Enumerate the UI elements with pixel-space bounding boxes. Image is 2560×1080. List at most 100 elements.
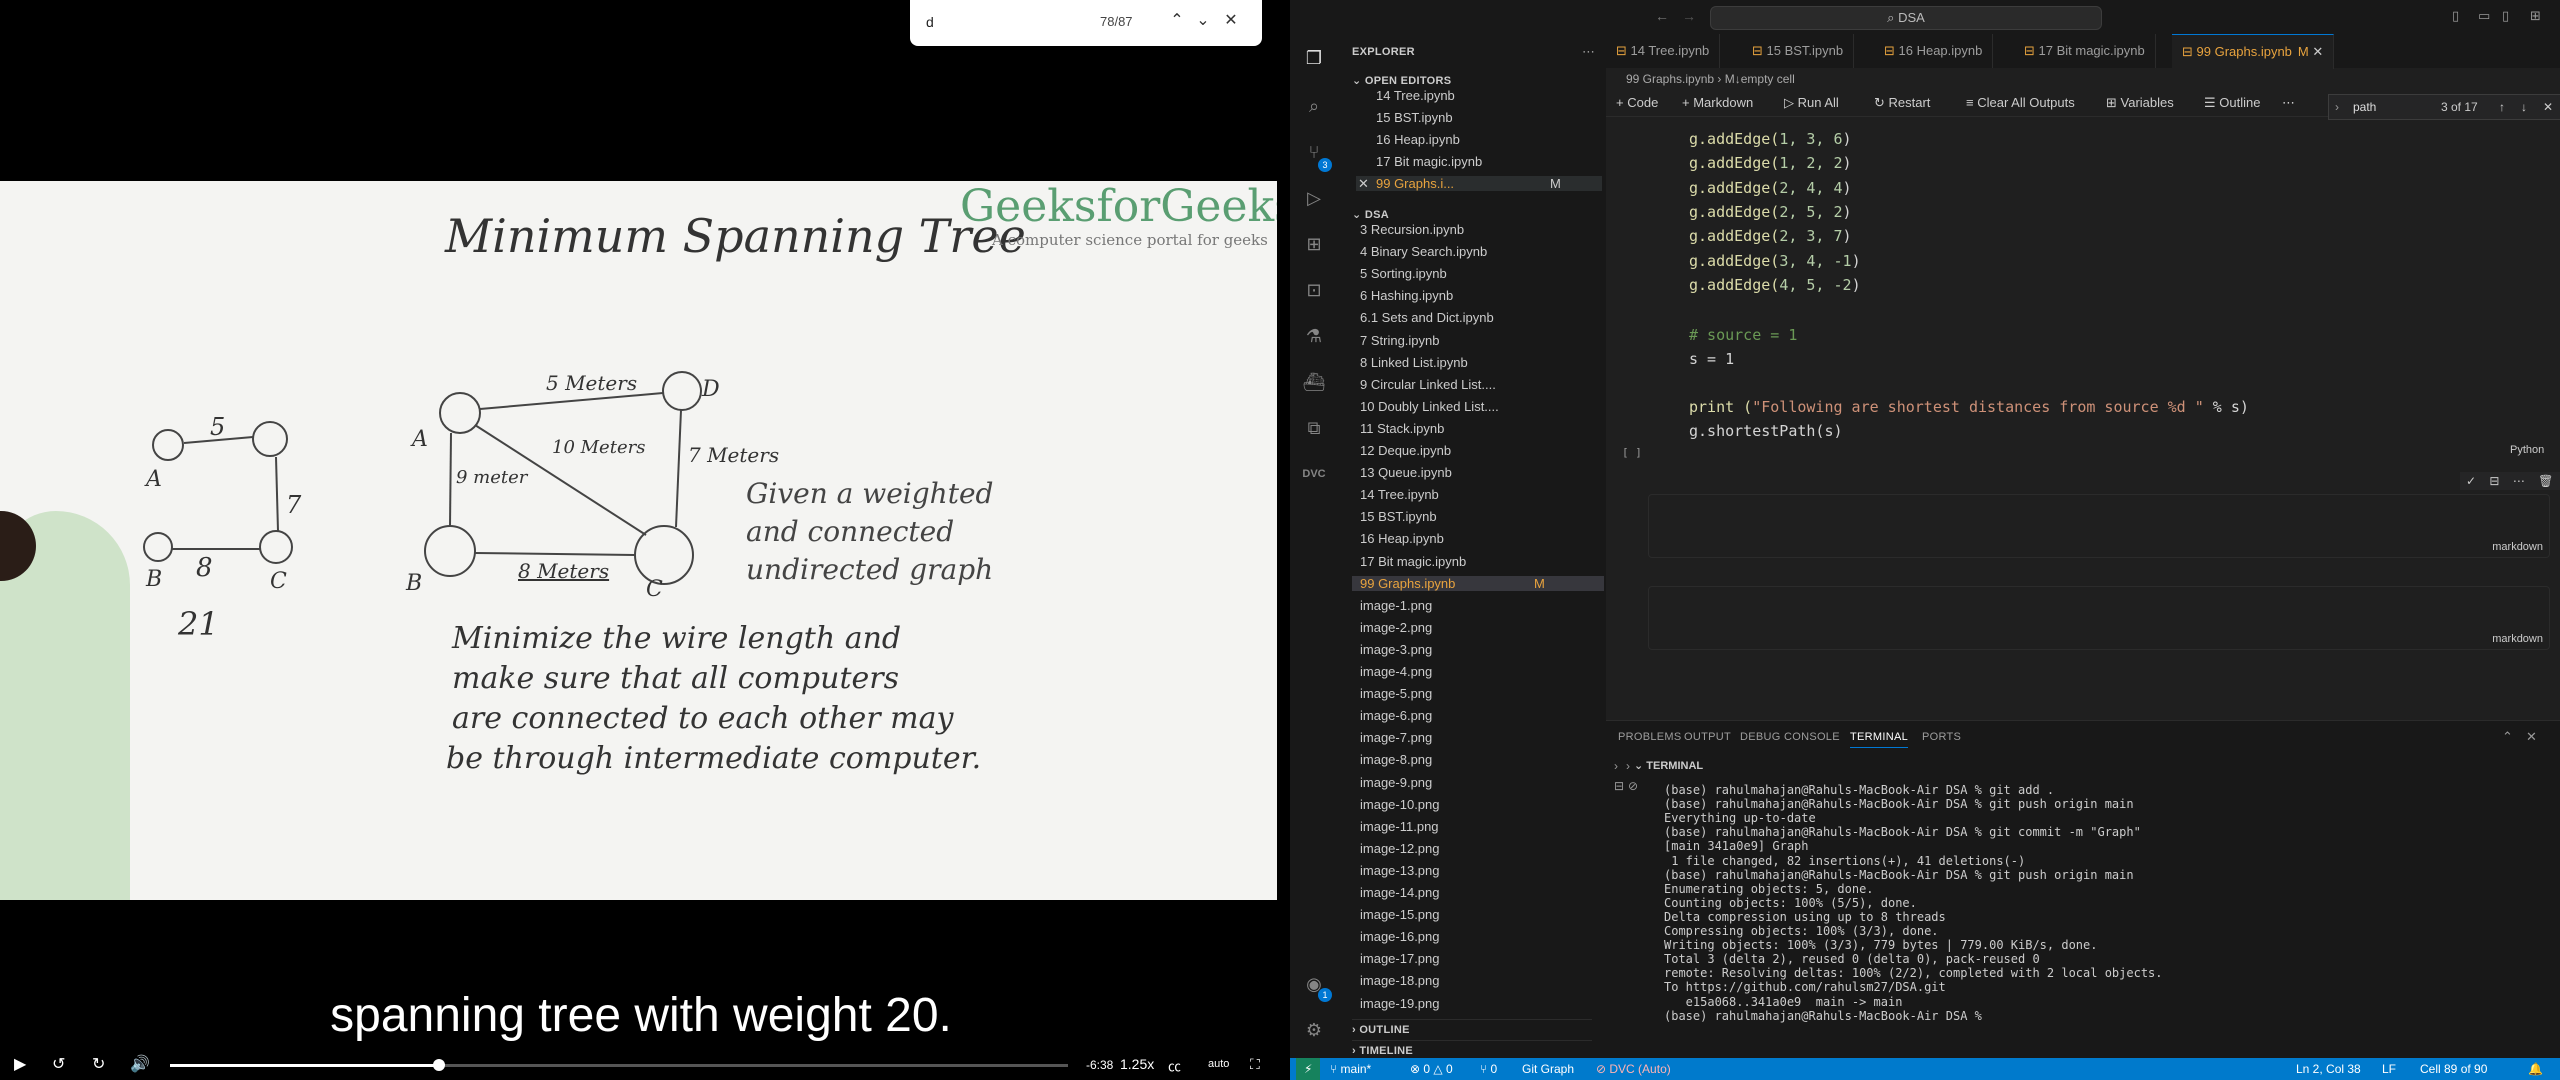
file-item[interactable]: image-9.png xyxy=(1352,775,1432,790)
fullscreen-icon[interactable]: ⛶ xyxy=(1250,1056,1260,1073)
file-item[interactable]: image-16.png xyxy=(1352,929,1440,944)
more-toolbar-icon[interactable]: ⋯ xyxy=(2282,90,2295,116)
file-item[interactable]: 17 Bit magic.ipynb xyxy=(1352,554,1466,569)
quality-button[interactable]: auto xyxy=(1208,1058,1229,1070)
remote-explorer-icon[interactable]: ⊡ xyxy=(1302,278,1326,302)
clear-outputs-button[interactable]: ≡ Clear All Outputs xyxy=(1966,90,2075,116)
file-item[interactable]: 6 Hashing.ipynb xyxy=(1352,288,1453,303)
find-prev-icon[interactable]: ↑ xyxy=(2499,95,2505,119)
file-item[interactable]: 10 Doubly Linked List.... xyxy=(1352,399,1499,414)
file-item[interactable]: 13 Queue.ipynb xyxy=(1352,465,1452,480)
forward-icon[interactable]: ↻ xyxy=(92,1054,105,1074)
open-editors-header[interactable]: ⌄ OPEN EDITORS xyxy=(1352,74,1451,87)
captions-icon[interactable]: ㏄ xyxy=(1168,1056,1181,1075)
git-graph-button[interactable]: Git Graph xyxy=(1522,1062,1574,1076)
check-icon[interactable]: ✓ xyxy=(2466,474,2476,488)
file-item[interactable]: image-15.png xyxy=(1352,907,1440,922)
breadcrumb-file[interactable]: 99 Graphs.ipynb xyxy=(1626,72,1714,86)
expand-icon[interactable]: › xyxy=(1614,759,1618,773)
volume-icon[interactable]: 🔊 xyxy=(130,1054,150,1074)
file-item[interactable]: 12 Deque.ipynb xyxy=(1352,443,1451,458)
toggle-replace-icon[interactable]: › xyxy=(2335,95,2339,119)
file-item[interactable]: 7 String.ipynb xyxy=(1352,333,1440,348)
find-next-icon[interactable]: ⌄ xyxy=(1192,10,1214,32)
editor-tab[interactable]: ⊟ 14 Tree.ipynb xyxy=(1606,34,1721,68)
open-editor-item[interactable]: 16 Heap.ipynb xyxy=(1376,132,1460,147)
editor-tab[interactable]: ⊟ 16 Heap.ipynb xyxy=(1874,34,1994,68)
add-code-button[interactable]: + Code xyxy=(1616,90,1658,116)
rewind-icon[interactable]: ↺ xyxy=(52,1054,65,1074)
file-item[interactable]: 5 Sorting.ipynb xyxy=(1352,266,1447,281)
file-item[interactable]: 3 Recursion.ipynb xyxy=(1352,222,1464,237)
find-next-icon[interactable]: ↓ xyxy=(2521,95,2527,119)
cell-more-icon[interactable]: ⋯ xyxy=(2513,474,2525,488)
toggle-sidebar-icon[interactable]: ▯ xyxy=(2452,8,2459,24)
branch-indicator[interactable]: ⑂ main* xyxy=(1330,1062,1371,1076)
add-markdown-button[interactable]: + Markdown xyxy=(1682,90,1753,116)
find-close-icon[interactable]: ✕ xyxy=(1220,10,1242,32)
open-editor-item[interactable]: 99 Graphs.i... xyxy=(1356,176,1602,191)
editor-find-input[interactable]: path xyxy=(2353,95,2376,119)
close-editor-icon[interactable]: ✕ xyxy=(1358,176,1369,192)
cursor-position[interactable]: Ln 2, Col 38 xyxy=(2296,1062,2361,1076)
eol-indicator[interactable]: LF xyxy=(2382,1062,2396,1076)
file-item[interactable]: 99 Graphs.ipynb xyxy=(1352,575,1604,591)
terminal-icon[interactable]: ⊟ xyxy=(1614,779,1624,793)
cell-indicator[interactable]: Cell 89 of 90 xyxy=(2420,1062,2487,1076)
back-arrow-icon[interactable]: ← xyxy=(1655,8,1669,24)
delete-cell-icon[interactable]: 🗑 xyxy=(2538,474,2553,488)
file-item[interactable]: image-18.png xyxy=(1352,973,1440,988)
breadcrumb-cell[interactable]: M↓empty cell xyxy=(1725,72,1795,86)
timeline-section[interactable]: › TIMELINE xyxy=(1352,1040,1592,1057)
panel-tab[interactable]: PORTS xyxy=(1922,731,1961,743)
editor-tab[interactable]: ⊟ 17 Bit magic.ipynb xyxy=(2014,34,2156,68)
panel-tab[interactable]: PROBLEMS xyxy=(1618,731,1682,743)
markdown-cell[interactable]: markdown xyxy=(1648,494,2550,558)
ports-indicator[interactable]: ⑂ 0 xyxy=(1480,1062,1497,1076)
toggle-panel-icon[interactable]: ▭ xyxy=(2478,8,2490,24)
file-item[interactable]: image-12.png xyxy=(1352,841,1440,856)
file-item[interactable]: image-10.png xyxy=(1352,797,1440,812)
variables-button[interactable]: ⊞ Variables xyxy=(2106,90,2174,116)
panel-tab[interactable]: OUTPUT xyxy=(1684,731,1731,743)
speed-button[interactable]: 1.25x xyxy=(1120,1056,1154,1072)
file-item[interactable]: 14 Tree.ipynb xyxy=(1352,487,1439,502)
open-editor-item[interactable]: 14 Tree.ipynb xyxy=(1376,88,1455,103)
run-all-button[interactable]: ▷ Run All xyxy=(1784,90,1839,116)
dsa-folder-header[interactable]: ⌄ DSA xyxy=(1352,208,1389,221)
forward-arrow-icon[interactable]: → xyxy=(1682,8,1696,24)
find-input[interactable]: d xyxy=(926,14,934,30)
play-icon[interactable]: ▶ xyxy=(14,1054,26,1074)
file-item[interactable]: image-4.png xyxy=(1352,664,1432,679)
file-item[interactable]: 8 Linked List.ipynb xyxy=(1352,355,1468,370)
file-item[interactable]: image-19.png xyxy=(1352,996,1440,1011)
file-item[interactable]: 15 BST.ipynb xyxy=(1352,509,1437,524)
file-item[interactable]: image-14.png xyxy=(1352,885,1440,900)
video-player[interactable]: d 78/87 ⌃ ⌄ ✕ Minimum Spanning Tree Geek… xyxy=(0,0,1282,1080)
cell-language[interactable]: Python xyxy=(2510,444,2544,456)
open-editor-item[interactable]: 15 BST.ipynb xyxy=(1376,110,1453,125)
outline-section[interactable]: › OUTLINE xyxy=(1352,1019,1592,1036)
more-actions-icon[interactable]: ⋯ xyxy=(1582,44,1595,60)
outline-button[interactable]: ☰ Outline xyxy=(2204,90,2260,116)
testing-icon[interactable]: ⚗ xyxy=(1302,324,1326,348)
command-center[interactable]: ⌕ DSA xyxy=(1710,6,2102,30)
expand-icon[interactable]: › xyxy=(1626,759,1630,773)
problems-indicator[interactable]: ⊗ 0 △ 0 xyxy=(1410,1062,1453,1076)
file-item[interactable]: 16 Heap.ipynb xyxy=(1352,531,1444,546)
file-item[interactable]: image-11.png xyxy=(1352,819,1439,834)
maximize-panel-icon[interactable]: ⌃ xyxy=(2502,729,2513,745)
file-item[interactable]: image-13.png xyxy=(1352,863,1440,878)
close-tab-icon[interactable]: ✕ xyxy=(2309,44,2323,59)
split-cell-icon[interactable]: ⊟ xyxy=(2489,474,2499,488)
progress-bar[interactable] xyxy=(170,1059,1068,1071)
run-debug-icon[interactable]: ▷ xyxy=(1302,186,1326,210)
file-item[interactable]: 4 Binary Search.ipynb xyxy=(1352,244,1487,259)
restart-button[interactable]: ↻ Restart xyxy=(1874,90,1930,116)
find-close-icon[interactable]: ✕ xyxy=(2543,95,2553,119)
dvc-status[interactable]: ⊘ DVC (Auto) xyxy=(1596,1062,1671,1076)
jupyter-icon[interactable]: ⧉ xyxy=(1302,416,1326,440)
markdown-cell[interactable]: markdown xyxy=(1648,586,2550,650)
explorer-icon[interactable]: ❐ xyxy=(1302,46,1326,70)
terminal-header[interactable]: ⌄ TERMINAL xyxy=(1634,759,1703,772)
